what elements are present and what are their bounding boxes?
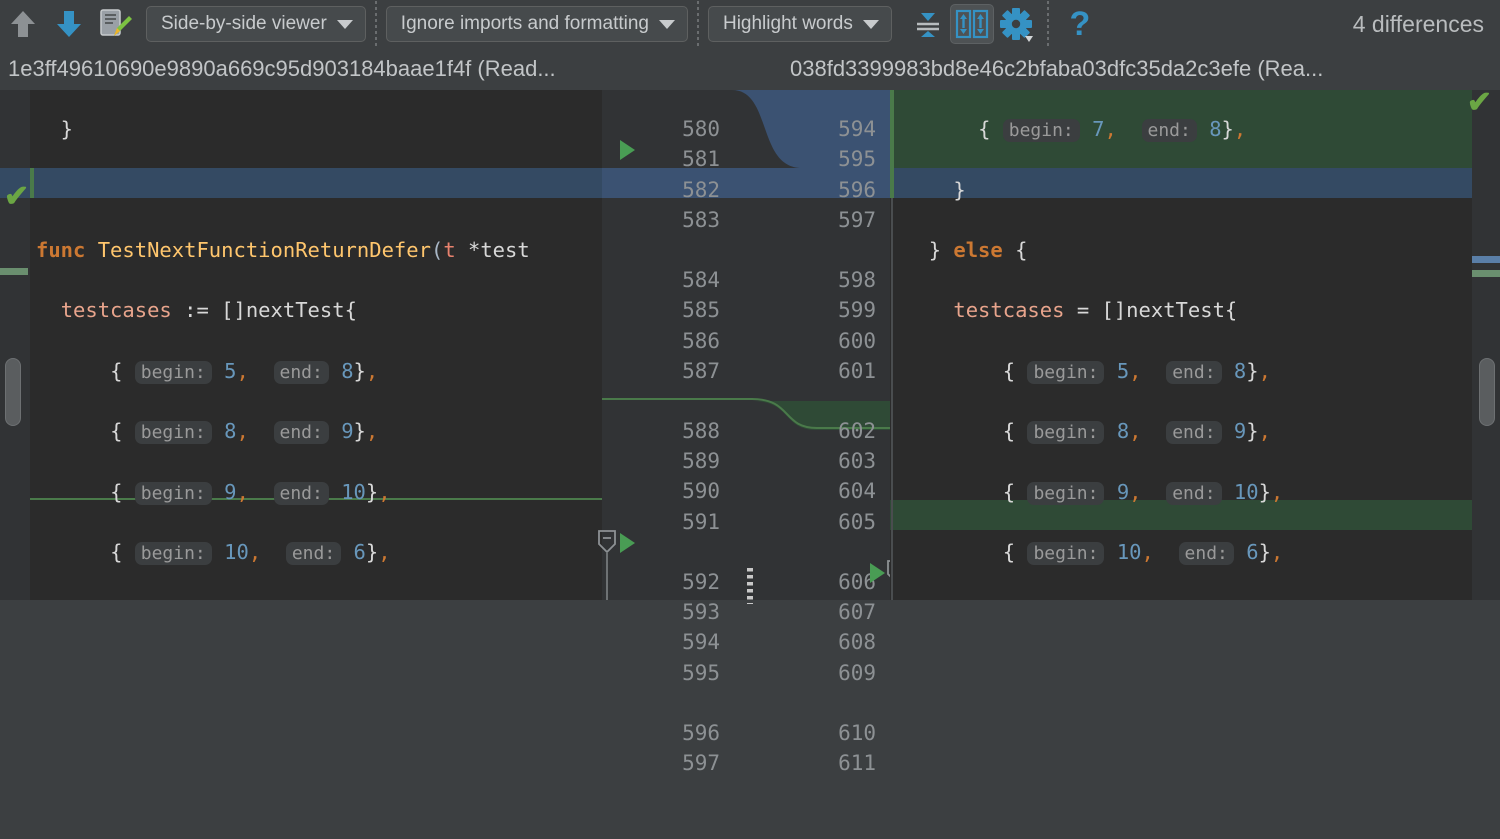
collapse-unchanged-icon bbox=[916, 13, 939, 37]
highlight-mode-label: Highlight words bbox=[722, 13, 853, 34]
difference-count-label: 4 differences bbox=[1352, 10, 1484, 37]
left-editor-pane[interactable]: } func TestNextFunctionReturnDefer(t *te… bbox=[0, 90, 602, 600]
right-code-text: { begin: 7, end: 8}, } } else { testcase… bbox=[904, 90, 1422, 600]
left-line-numbers: 580 581 582 583 584 585 586 587 588 589 590 591 5… bbox=[682, 117, 720, 776]
left-scroll-thumb[interactable] bbox=[5, 358, 21, 426]
previous-difference-button[interactable] bbox=[0, 2, 46, 46]
apply-change-left-arrow[interactable] bbox=[620, 533, 635, 553]
viewer-mode-label: Side-by-side viewer bbox=[161, 13, 327, 34]
diff-body: } func TestNextFunctionReturnDefer(t *te… bbox=[0, 90, 1500, 775]
left-fold-marker[interactable] bbox=[598, 530, 616, 554]
file-title-bar: 1e3ff49610690e9890a669c95d903184baae1f4f… bbox=[0, 48, 1500, 90]
synchronize-scroll-icon bbox=[955, 9, 988, 39]
arrow-up-icon bbox=[11, 11, 35, 37]
right-scroll-thumb[interactable] bbox=[1479, 358, 1495, 426]
collapse-unchanged-button[interactable] bbox=[906, 4, 950, 44]
right-editor-pane[interactable]: { begin: 7, end: 8}, } } else { testcase… bbox=[890, 90, 1500, 600]
left-status-check-icon: ✔ bbox=[4, 180, 30, 213]
help-question-icon: ? bbox=[1069, 4, 1091, 43]
highlight-mode-dropdown[interactable]: Highlight words bbox=[707, 6, 892, 42]
left-change-marker[interactable] bbox=[0, 268, 28, 275]
synchronize-scroll-toggle[interactable] bbox=[949, 4, 994, 44]
diff-gutter: 580 581 582 583 584 585 586 587 588 589 590 591 5… bbox=[598, 90, 905, 775]
right-inserted-marker[interactable] bbox=[1472, 270, 1500, 277]
chevron-down-icon bbox=[658, 19, 675, 29]
ignore-policy-dropdown[interactable]: Ignore imports and formatting bbox=[385, 6, 688, 42]
chevron-down-icon bbox=[336, 19, 353, 29]
right-status-check-icon: ✔ bbox=[1466, 90, 1492, 119]
viewer-mode-dropdown[interactable]: Side-by-side viewer bbox=[146, 6, 366, 42]
right-line-numbers: 594 595 596 597 598 599 600 601 602 603 604 605 6… bbox=[838, 117, 876, 776]
ignore-policy-label: Ignore imports and formatting bbox=[400, 13, 649, 34]
diff-toolbar: Side-by-side viewer Ignore imports and f… bbox=[0, 0, 1500, 48]
right-modified-marker[interactable] bbox=[1472, 256, 1500, 263]
settings-button[interactable] bbox=[994, 4, 1038, 44]
apply-change-left-arrow[interactable] bbox=[620, 140, 635, 160]
edit-source-button[interactable] bbox=[92, 2, 138, 46]
right-editor-margin[interactable] bbox=[1472, 90, 1500, 600]
toolbar-separator bbox=[696, 1, 699, 47]
right-inserted-block-bar bbox=[890, 90, 894, 198]
chevron-down-icon bbox=[862, 19, 879, 29]
right-gutter-rule bbox=[891, 198, 893, 600]
gutter-drag-handle[interactable] bbox=[747, 568, 753, 604]
left-code-text: } func TestNextFunctionReturnDefer(t *te… bbox=[36, 90, 530, 600]
left-fold-line bbox=[606, 552, 608, 600]
arrow-down-icon bbox=[57, 11, 81, 37]
help-button[interactable]: ? bbox=[1058, 4, 1102, 44]
toolbar-separator bbox=[374, 1, 377, 47]
left-editor-margin[interactable] bbox=[0, 90, 30, 600]
gear-icon bbox=[999, 8, 1033, 42]
apply-change-right-arrow[interactable] bbox=[870, 563, 885, 583]
next-difference-button[interactable] bbox=[46, 2, 92, 46]
left-modified-line-bar bbox=[30, 168, 34, 198]
toolbar-separator bbox=[1046, 1, 1049, 47]
edit-source-icon bbox=[100, 9, 132, 36]
